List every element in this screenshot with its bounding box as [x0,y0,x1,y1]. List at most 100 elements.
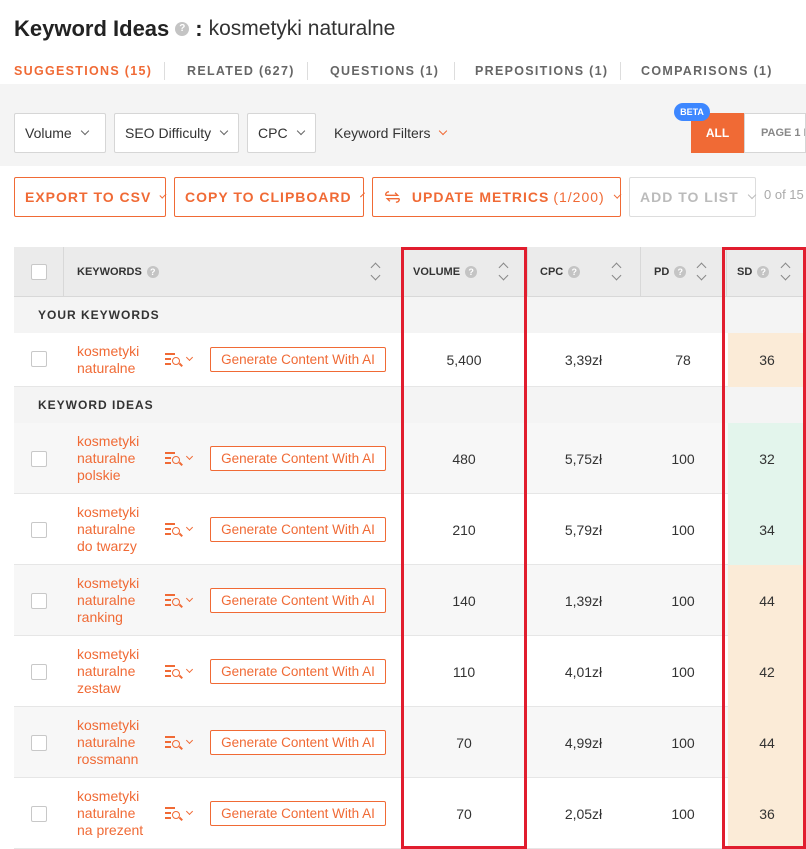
serp-analysis-icon[interactable] [165,806,197,822]
select-all-checkbox[interactable] [31,264,47,280]
serp-analysis-icon[interactable] [165,593,197,609]
generate-content-button[interactable]: Generate Content With AI [210,446,386,471]
serp-analysis-icon[interactable] [165,735,197,751]
row-checkbox[interactable] [31,451,47,467]
keyword-text-line: zestaw [77,680,121,696]
sd-value: 44 [759,593,775,609]
row-checkbox[interactable] [31,806,47,822]
pd-column-header[interactable]: PD ? [654,247,687,297]
keyword-text-line: kosmetyki [77,646,140,662]
volume-column-header[interactable]: VOLUME ? [413,247,478,297]
table-row: kosmetyki naturalne na prezent Generate Con… [14,778,806,849]
help-icon[interactable]: ? [465,266,478,278]
keyword-text-line: kosmetyki [77,343,140,359]
keyword-text-line: rossmann [77,751,139,767]
volume-filter[interactable]: Volume [14,113,106,153]
volume-value: 210 [452,522,476,538]
help-icon[interactable]: ? [568,266,581,278]
sd-value: 36 [759,806,775,822]
keywords-column-header[interactable]: KEYWORDS ? [77,247,159,297]
list-line [165,594,175,596]
keyword-link[interactable]: kosmetyki naturalne ranking [77,575,157,626]
list-line [165,457,171,459]
chevron-down-icon [159,191,167,199]
row-checkbox[interactable] [31,522,47,538]
keyword-link[interactable]: kosmetyki naturalne rossmann [77,717,157,768]
keyword-filters-dropdown[interactable]: Keyword Filters [334,113,448,153]
list-line [165,363,171,365]
copy-clipboard-button[interactable]: COPY TO CLIPBOARD [174,177,365,217]
tab-suggestions[interactable]: SUGGESTIONS (15) [14,64,152,78]
export-csv-button[interactable]: EXPORT TO CSV [14,177,167,217]
tab-divider [307,62,308,80]
list-line [165,741,171,743]
generate-content-button[interactable]: Generate Content With AI [210,347,386,372]
sort-icon[interactable] [612,261,622,283]
search-icon [172,598,180,606]
row-checkbox[interactable] [31,351,47,367]
list-line [165,807,175,809]
help-icon[interactable]: ? [674,266,687,278]
keyword-link[interactable]: kosmetyki naturalne [77,343,157,377]
pd-header-label: PD [654,266,670,278]
serp-analysis-icon[interactable] [165,664,197,680]
row-checkbox[interactable] [31,593,47,609]
sd-column-header[interactable]: SD ? [737,247,770,297]
tab-questions[interactable]: QUESTIONS (1) [330,64,439,78]
cpc-column-header[interactable]: CPC ? [540,247,581,297]
help-icon[interactable]: ? [757,266,770,278]
page1-toggle[interactable]: PAGE 1 R [744,113,806,153]
tab-prepositions[interactable]: PREPOSITIONS (1) [475,64,608,78]
update-metrics-label: UPDATE METRICS [411,189,550,205]
list-line [165,452,175,454]
list-line [165,746,171,748]
selection-count: 0 of 15 [764,187,804,202]
chevron-down-icon [185,452,194,461]
keyword-text-line: naturalne [77,521,136,537]
seed-keyword: kosmetyki naturalne [208,17,396,40]
keyword-text-line: kosmetyki [77,575,140,591]
sort-icon[interactable] [781,261,791,283]
serp-analysis-icon[interactable] [165,522,197,538]
sort-icon[interactable] [371,261,381,283]
tab-comparisons[interactable]: COMPARISONS (1) [641,64,773,78]
keyword-link[interactable]: kosmetyki naturalne na prezent [77,788,157,839]
sort-icon[interactable] [697,261,707,283]
chevron-down-icon [747,190,756,200]
add-to-list-button[interactable]: ADD TO LIST [629,177,756,217]
generate-content-button[interactable]: Generate Content With AI [210,517,386,542]
keyword-link[interactable]: kosmetyki naturalne polskie [77,433,157,484]
tab-bar: SUGGESTIONS (15) RELATED (627) QUESTIONS… [0,58,806,84]
generate-content-button[interactable]: Generate Content With AI [210,730,386,755]
chevron-down-icon [185,523,194,532]
keyword-link[interactable]: kosmetyki naturalne do twarzy [77,504,157,555]
cpc-filter[interactable]: CPC [247,113,316,153]
cpc-header-label: CPC [540,266,564,278]
keyword-link[interactable]: kosmetyki naturalne zestaw [77,646,157,697]
row-checkbox[interactable] [31,735,47,751]
section-label: YOUR KEYWORDS [38,308,160,322]
row-checkbox[interactable] [31,664,47,680]
keyword-text-line: naturalne [77,734,136,750]
chevron-down-icon [185,807,194,816]
generate-content-button[interactable]: Generate Content With AI [210,659,386,684]
update-metrics-button[interactable]: UPDATE METRICS (1/200) [372,177,622,217]
section-keyword-ideas: KEYWORD IDEAS [14,387,806,423]
sd-value: 32 [759,451,775,467]
column-divider [640,247,641,297]
sd-value: 34 [759,522,775,538]
serp-analysis-icon[interactable] [165,451,197,467]
keyword-text-line: ranking [77,609,123,625]
serp-analysis-icon[interactable] [165,352,197,368]
column-divider [726,247,727,297]
sort-icon[interactable] [499,261,509,283]
pd-value: 100 [671,522,695,538]
help-icon[interactable]: ? [175,22,190,36]
keyword-text-line: naturalne [77,360,136,376]
generate-content-button[interactable]: Generate Content With AI [210,588,386,613]
tab-related[interactable]: RELATED (627) [187,64,295,78]
generate-content-button[interactable]: Generate Content With AI [210,801,386,826]
help-icon[interactable]: ? [146,266,159,278]
page-title-text: Keyword Ideas [14,16,170,41]
seo-difficulty-filter[interactable]: SEO Difficulty [114,113,239,153]
